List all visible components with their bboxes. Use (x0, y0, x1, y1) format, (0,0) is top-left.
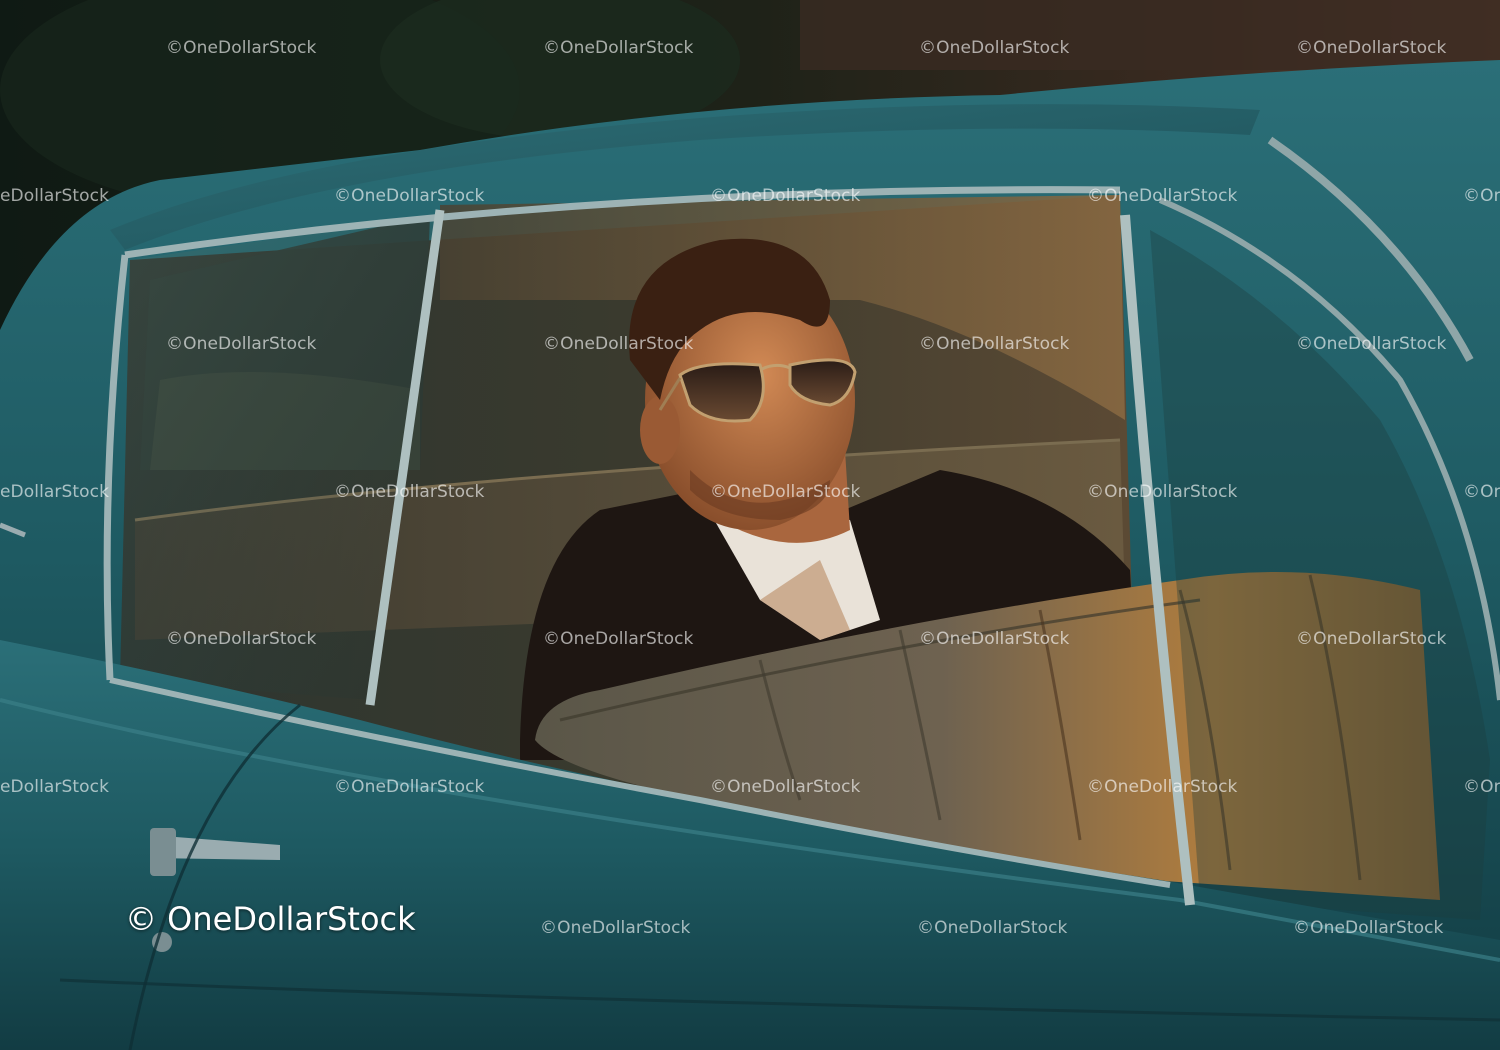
photo-scene: ©OneDollarStock ©OneDollarStock ©OneDoll… (0, 0, 1500, 1050)
copyright-signature: © OneDollarStock (125, 900, 416, 938)
car-illustration (0, 0, 1500, 1050)
